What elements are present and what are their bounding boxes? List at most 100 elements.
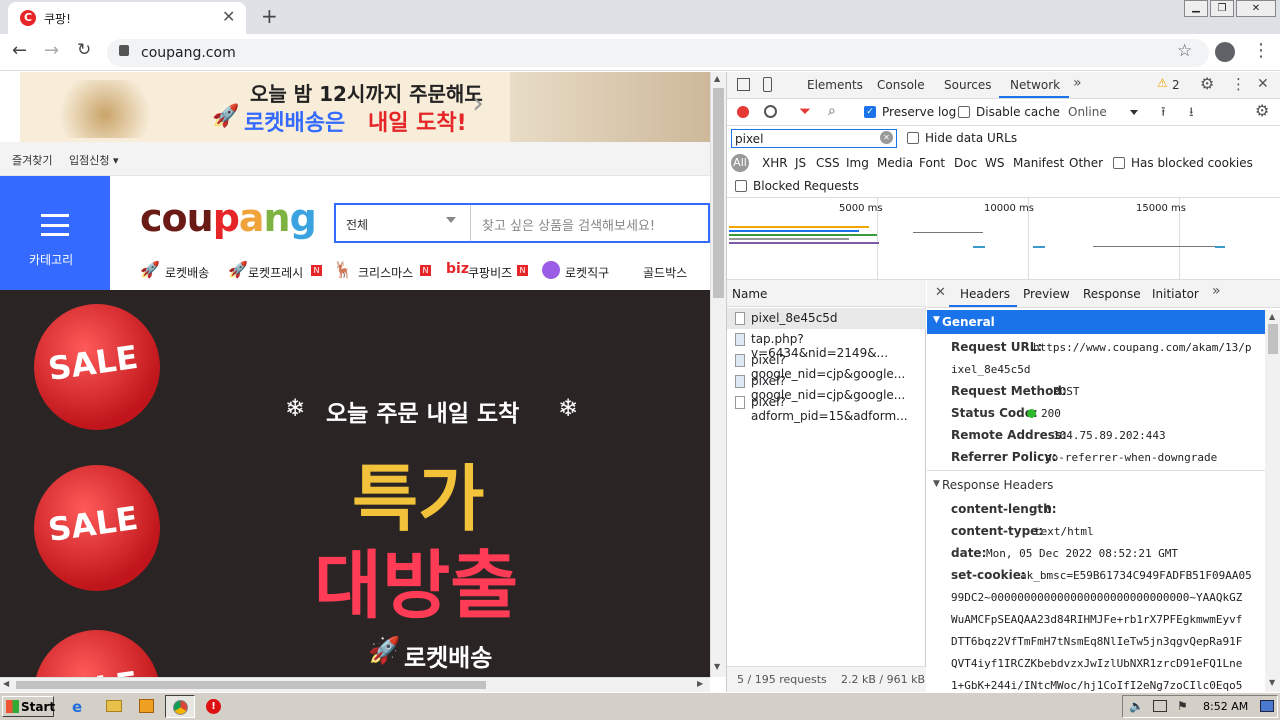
page-vertical-scrollbar[interactable]: ▲ ▼ <box>710 72 726 677</box>
seller-signup-link[interactable]: 입점신청 ▾ <box>69 152 119 168</box>
timeline-overview[interactable]: 5000 ms 10000 ms 15000 ms <box>727 198 1280 280</box>
throttle-select[interactable]: Online <box>1068 105 1107 119</box>
type-filter-media[interactable]: Media <box>877 156 913 170</box>
hide-data-urls-checkbox[interactable] <box>907 132 919 144</box>
favorites-link[interactable]: 즐겨찾기 <box>12 152 52 168</box>
scroll-down-arrow-icon[interactable]: ▼ <box>1269 678 1275 687</box>
page-horizontal-scrollbar[interactable]: ◀ ▶ <box>0 677 710 692</box>
clear-filter-icon[interactable]: ✕ <box>880 131 893 144</box>
more-tabs-chevron-icon[interactable]: » <box>1212 283 1221 299</box>
type-filter-xhr[interactable]: XHR <box>762 156 788 170</box>
chevron-down-icon[interactable] <box>446 217 456 223</box>
response-headers-section-header[interactable]: ▼ Response Headers <box>927 473 1265 497</box>
export-har-icon[interactable]: ⭳ <box>1189 103 1194 125</box>
type-filter-all[interactable]: All <box>731 154 749 172</box>
flag-icon[interactable]: ⚑ <box>1177 699 1188 713</box>
record-icon[interactable] <box>737 106 749 118</box>
nav-item-rocket[interactable]: 로켓배송 <box>165 264 209 281</box>
devtools-close-icon[interactable]: ✕ <box>1257 76 1269 92</box>
top-banner[interactable]: 오늘 밤 12시까지 주문해도 🚀 로켓배송은 내일 도착! › <box>20 72 710 142</box>
type-filter-font[interactable]: Font <box>919 156 945 170</box>
forward-arrow-icon[interactable]: → <box>44 40 59 61</box>
devtools-menu-icon[interactable]: ⋮ <box>1231 75 1246 93</box>
chevron-down-icon[interactable] <box>1130 110 1138 115</box>
category-button[interactable]: 카테고리 <box>0 176 110 290</box>
reload-icon[interactable]: ↻ <box>77 40 91 60</box>
general-section-header[interactable]: ▼ General <box>927 310 1265 334</box>
tab-network[interactable]: Network <box>1010 78 1060 92</box>
profile-avatar-icon[interactable] <box>1215 42 1235 62</box>
type-filter-manifest[interactable]: Manifest <box>1013 156 1064 170</box>
more-tabs-chevron-icon[interactable]: » <box>1073 75 1082 91</box>
scroll-up-arrow-icon[interactable]: ▲ <box>714 74 720 83</box>
volume-icon[interactable]: 🔈 <box>1129 699 1144 713</box>
table-row[interactable]: pixel?google_nid=cjp&google... <box>727 350 926 381</box>
scroll-thumb[interactable] <box>713 88 724 298</box>
new-tab-plus-icon[interactable]: + <box>261 4 278 28</box>
nav-item-christmas[interactable]: 크리스마스 <box>358 264 413 281</box>
bookmark-star-icon[interactable]: ☆ <box>1177 41 1192 61</box>
browser-tab[interactable]: C 쿠팡! ✕ <box>8 2 246 34</box>
type-filter-img[interactable]: Img <box>846 156 869 170</box>
table-row[interactable]: pixel?google_nid=cjp&google... <box>727 371 926 402</box>
scroll-down-arrow-icon[interactable]: ▼ <box>714 662 720 671</box>
filter-input[interactable]: pixel ✕ <box>731 129 897 148</box>
search-category-select[interactable]: 전체 <box>346 216 368 233</box>
start-button[interactable]: Start <box>2 696 55 717</box>
inspect-icon[interactable] <box>737 78 750 91</box>
coupang-logo[interactable]: coupang <box>140 196 317 240</box>
scroll-left-arrow-icon[interactable]: ◀ <box>3 679 9 688</box>
blocked-requests-checkbox[interactable] <box>735 180 747 192</box>
table-row[interactable]: pixel?adform_pid=15&adform... <box>727 392 926 423</box>
warning-icon[interactable]: ⚠ <box>1157 76 1168 90</box>
disable-cache-checkbox[interactable] <box>958 106 970 118</box>
scroll-up-arrow-icon[interactable]: ▲ <box>1269 312 1275 321</box>
folder-icon[interactable] <box>106 700 122 712</box>
blocked-cookies-checkbox[interactable] <box>1113 157 1125 169</box>
banner-chevron-icon[interactable]: › <box>472 86 484 121</box>
type-filter-js[interactable]: JS <box>795 156 806 170</box>
promo-banner[interactable]: SALE SALE SALE ❄ 오늘 주문 내일 도착 ❄ 특가 대방출 🚀 … <box>0 290 710 677</box>
type-filter-doc[interactable]: Doc <box>954 156 977 170</box>
ie-icon[interactable]: e <box>72 698 82 716</box>
nav-item-goldbox[interactable]: 골드박스 <box>643 264 687 281</box>
table-row[interactable]: tap.php?v=6434&nid=2149&... <box>727 329 926 360</box>
address-bar[interactable]: coupang.com ☆ <box>107 39 1209 67</box>
import-har-icon[interactable]: ⭱ <box>1161 103 1166 125</box>
network-settings-gear-icon[interactable]: ⚙ <box>1255 101 1269 120</box>
name-column-header[interactable]: Name <box>727 280 926 307</box>
table-row[interactable]: pixel_8e45c5d <box>727 308 926 329</box>
type-filter-css[interactable]: CSS <box>816 156 840 170</box>
menu-dots-icon[interactable]: ⋮ <box>1252 40 1270 61</box>
scroll-right-arrow-icon[interactable]: ▶ <box>697 679 703 688</box>
show-desktop-icon[interactable] <box>1260 700 1274 712</box>
filter-funnel-icon[interactable]: ⏷ <box>799 102 811 120</box>
nav-item-direct[interactable]: 로켓직구 <box>565 264 609 281</box>
preserve-log-checkbox[interactable]: ✓ <box>864 106 876 118</box>
search-input[interactable]: 찾고 싶은 상품을 검색해보세요! <box>482 215 655 234</box>
tab-headers[interactable]: Headers <box>960 287 1010 301</box>
detail-close-icon[interactable]: ✕ <box>935 285 946 300</box>
stop-sign-icon[interactable]: ! <box>206 699 221 714</box>
tab-response[interactable]: Response <box>1083 287 1141 301</box>
detail-scrollbar[interactable]: ▲ ▼ <box>1265 310 1280 692</box>
clear-icon[interactable] <box>764 105 777 118</box>
settings-gear-icon[interactable]: ⚙ <box>1200 74 1214 93</box>
scroll-thumb[interactable] <box>1268 324 1278 354</box>
window-close-icon[interactable]: ✕ <box>1236 0 1276 17</box>
scroll-thumb[interactable] <box>16 681 486 689</box>
restore-icon[interactable]: ❐ <box>1210 0 1234 17</box>
tab-elements[interactable]: Elements <box>807 78 863 92</box>
device-toolbar-icon[interactable] <box>763 77 772 92</box>
media-player-icon[interactable] <box>139 699 154 713</box>
nav-item-fresh[interactable]: 로켓프레시 <box>248 264 303 281</box>
network-tray-icon[interactable] <box>1153 700 1167 712</box>
tab-initiator[interactable]: Initiator <box>1152 287 1199 301</box>
tab-preview[interactable]: Preview <box>1023 287 1070 301</box>
back-arrow-icon[interactable]: ← <box>12 40 27 61</box>
tab-sources[interactable]: Sources <box>944 78 991 92</box>
chrome-taskbar-button[interactable] <box>165 695 195 718</box>
search-icon[interactable]: ⌕ <box>828 103 836 119</box>
type-filter-other[interactable]: Other <box>1069 156 1103 170</box>
type-filter-ws[interactable]: WS <box>985 156 1004 170</box>
